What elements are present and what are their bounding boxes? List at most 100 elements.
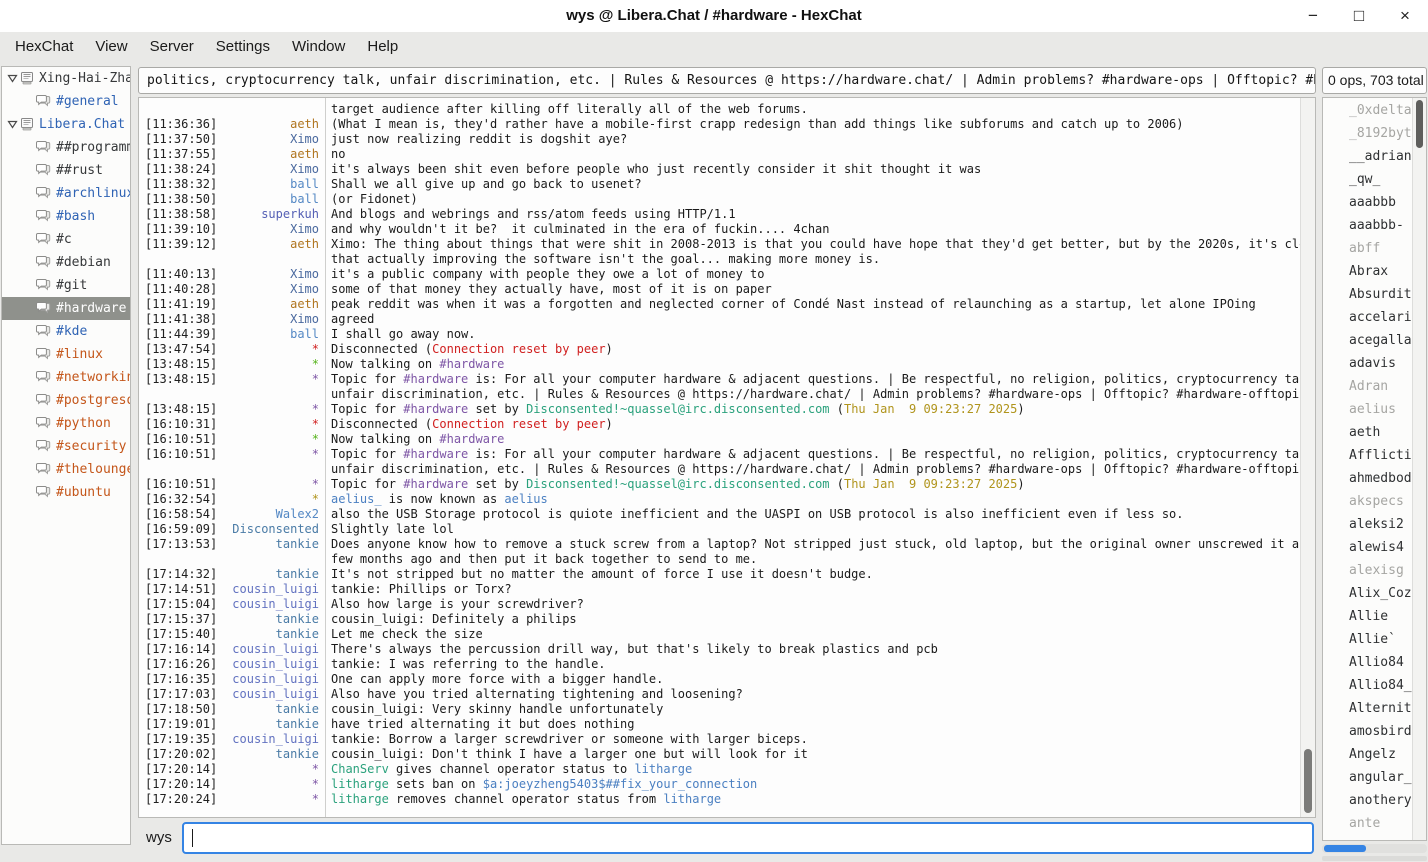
user-item[interactable]: amosbird [1323, 720, 1426, 743]
topic-input[interactable]: politics, cryptocurrency talk, unfair di… [138, 67, 1316, 94]
user-item[interactable]: anotheryo [1323, 789, 1426, 812]
user-item[interactable]: ante [1323, 812, 1426, 835]
chat-line: [11:37:55]aethno [139, 147, 1300, 162]
timestamp: [17:14:32] [139, 567, 217, 582]
message-text: have tried alternating it but does nothi… [319, 717, 1300, 732]
user-item[interactable]: acegalla- [1323, 329, 1426, 352]
channel-icon [35, 325, 51, 338]
sidebar-item-python[interactable]: #python [2, 412, 130, 435]
sidebar-item-git[interactable]: #git [2, 274, 130, 297]
user-item[interactable]: Adran [1323, 375, 1426, 398]
message-text: tankie: I was referring to the handle. [319, 657, 1300, 672]
user-item[interactable]: alexisg [1323, 559, 1426, 582]
user-item[interactable]: Allio84_ [1323, 674, 1426, 697]
message-text: Also have you tried alternating tighteni… [319, 687, 1300, 702]
channel-label: #bash [56, 209, 130, 224]
timestamp: [17:20:14] [139, 777, 217, 792]
chat-line: [11:39:12]aethXimo: The thing about thin… [139, 237, 1300, 252]
sidebar-item-LiberaChat[interactable]: Libera.Chat [2, 113, 130, 136]
sidebar-item-programming[interactable]: ##programming [2, 136, 130, 159]
timestamp: [11:36:36] [139, 117, 217, 132]
minimize-button[interactable]: − [1290, 0, 1336, 32]
user-item[interactable]: Alix_Cozm [1323, 582, 1426, 605]
sidebar-item-bash[interactable]: #bash [2, 205, 130, 228]
menu-window[interactable]: Window [281, 32, 356, 62]
nick: * [217, 402, 319, 417]
chat-line: [17:16:14]cousin_luigiThere's always the… [139, 642, 1300, 657]
user-item[interactable]: Allio84 [1323, 651, 1426, 674]
sidebar-item-thelounge[interactable]: #thelounge [2, 458, 130, 481]
sidebar-item-kde[interactable]: #kde [2, 320, 130, 343]
sidebar-item-XingHaiZhan[interactable]: Xing-Hai-Zhan [2, 67, 130, 90]
nick-label: wys [146, 822, 172, 854]
userlist-scrollbar[interactable] [1412, 98, 1426, 840]
chat-scrollbar-thumb[interactable] [1304, 749, 1312, 813]
menu-settings[interactable]: Settings [205, 32, 281, 62]
timestamp [139, 102, 217, 117]
sidebar-item-postgresql[interactable]: #postgresql [2, 389, 130, 412]
user-item[interactable]: _8192byte [1323, 122, 1426, 145]
channel-icon [35, 463, 51, 476]
sidebar-item-archlinux[interactable]: #archlinux [2, 182, 130, 205]
timestamp: [17:16:14] [139, 642, 217, 657]
timestamp: [17:16:35] [139, 672, 217, 687]
nick: aeth [217, 117, 319, 132]
user-item[interactable]: Abrax [1323, 260, 1426, 283]
sidebar-item-rust[interactable]: ##rust [2, 159, 130, 182]
user-item[interactable]: aleksi2 [1323, 513, 1426, 536]
menu-help[interactable]: Help [356, 32, 409, 62]
chat-scrollbar[interactable] [1300, 98, 1315, 817]
menu-hexchat[interactable]: HexChat [4, 32, 84, 62]
timestamp: [11:40:28] [139, 282, 217, 297]
user-item[interactable]: accelario [1323, 306, 1426, 329]
close-button[interactable]: × [1382, 0, 1428, 32]
user-item[interactable]: alewis4 [1323, 536, 1426, 559]
user-item[interactable]: Alternity [1323, 697, 1426, 720]
user-item[interactable]: ahmedbodi [1323, 467, 1426, 490]
sidebar-item-security[interactable]: #security [2, 435, 130, 458]
user-item[interactable]: Allie` [1323, 628, 1426, 651]
user-item[interactable]: Affliction [1323, 444, 1426, 467]
channel-icon [35, 440, 51, 453]
sidebar-item-c[interactable]: #c [2, 228, 130, 251]
user-item[interactable]: _0xdelta [1323, 99, 1426, 122]
userlist-hscrollbar-thumb[interactable] [1324, 845, 1366, 852]
sidebar-item-networking[interactable]: #networking [2, 366, 130, 389]
user-item[interactable]: __adrian [1323, 145, 1426, 168]
user-item[interactable]: akspecs [1323, 490, 1426, 513]
user-item[interactable]: Angelz [1323, 743, 1426, 766]
user-item[interactable]: abff [1323, 237, 1426, 260]
chat-line: [17:14:32]tankieIt's not stripped but no… [139, 567, 1300, 582]
message-text: Topic for #hardware is: For all your com… [319, 447, 1300, 462]
user-item[interactable]: _qw_ [1323, 168, 1426, 191]
message-input[interactable] [182, 822, 1314, 854]
sidebar-item-linux[interactable]: #linux [2, 343, 130, 366]
user-item[interactable]: aelius [1323, 398, 1426, 421]
user-item[interactable]: Allie [1323, 605, 1426, 628]
expander-icon[interactable] [5, 120, 20, 129]
nick [217, 102, 319, 117]
timestamp: [16:59:09] [139, 522, 217, 537]
user-item[interactable]: angular_m [1323, 766, 1426, 789]
nick: cousin_luigi [217, 642, 319, 657]
sidebar-item-ubuntu[interactable]: #ubuntu [2, 481, 130, 504]
sidebar-item-hardware[interactable]: #hardware [2, 297, 130, 320]
timestamp: [17:20:14] [139, 762, 217, 777]
user-item[interactable]: aeth [1323, 421, 1426, 444]
channel-icon [35, 486, 51, 499]
user-item[interactable]: aaabbb [1323, 191, 1426, 214]
message-text: Shall we all give up and go back to usen… [319, 177, 1300, 192]
expander-icon[interactable] [5, 74, 20, 83]
userlist-hscrollbar[interactable] [1322, 844, 1427, 853]
user-item[interactable]: adavis [1323, 352, 1426, 375]
maximize-button[interactable]: □ [1336, 0, 1382, 32]
menu-view[interactable]: View [84, 32, 138, 62]
sidebar-item-debian[interactable]: #debian [2, 251, 130, 274]
user-item[interactable]: aaabbb- [1323, 214, 1426, 237]
menu-server[interactable]: Server [139, 32, 205, 62]
sidebar-item-general[interactable]: #general [2, 90, 130, 113]
message-text: few months ago and then put it back toge… [319, 552, 1300, 567]
userlist-scrollbar-thumb[interactable] [1416, 100, 1423, 148]
message-text: litharge sets ban on $a:joeyzheng5403$##… [319, 777, 1300, 792]
user-item[interactable]: Absurdity [1323, 283, 1426, 306]
